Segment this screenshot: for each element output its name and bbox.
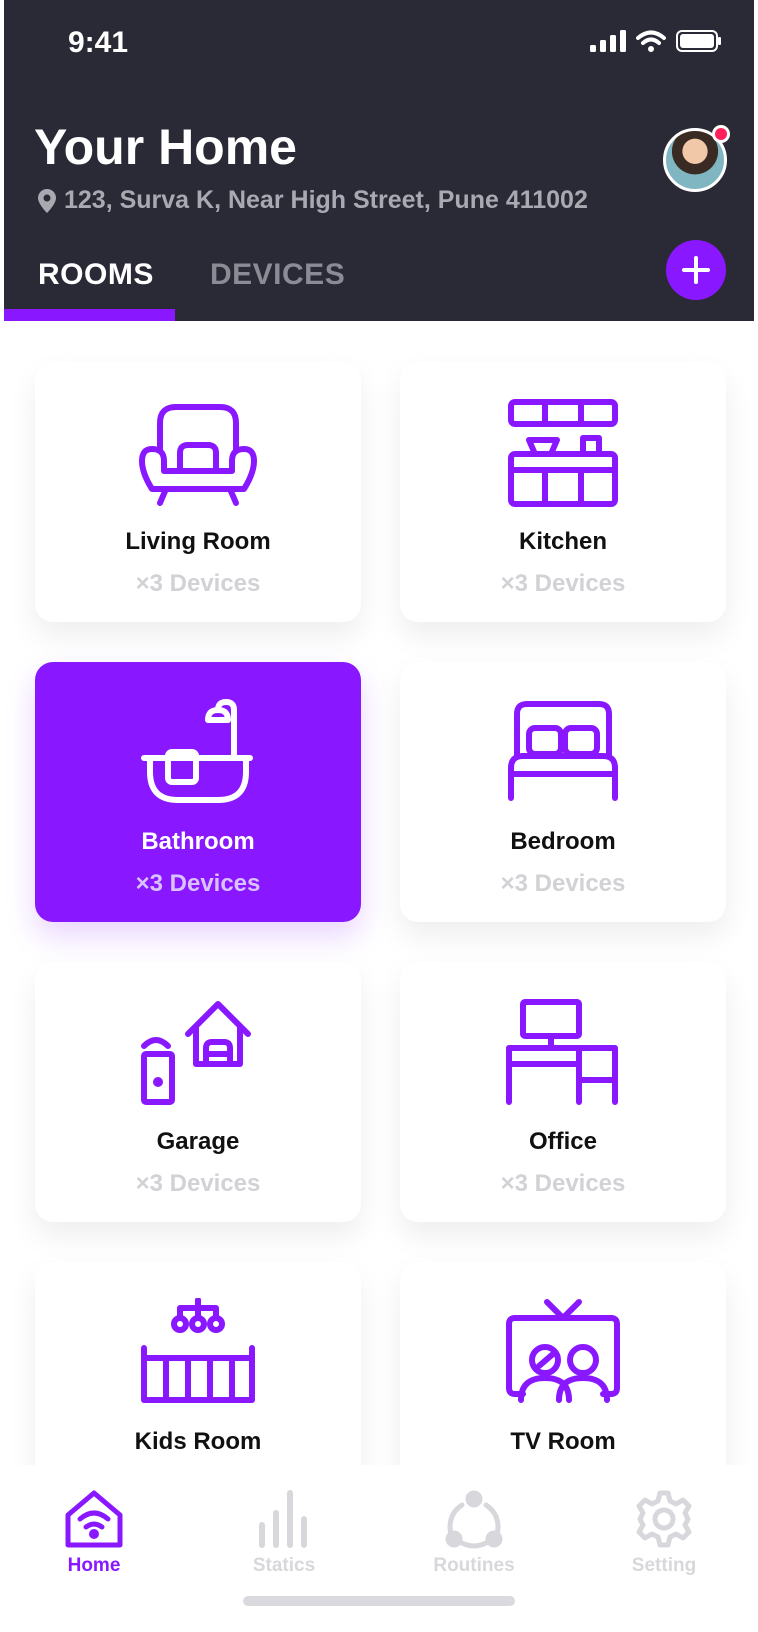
nav-setting[interactable]: Setting [604, 1489, 724, 1577]
page-title: Your Home [34, 119, 297, 175]
nav-label: Statics [252, 1555, 316, 1576]
desk-icon [498, 998, 628, 1110]
tab-devices[interactable]: DEVICES [210, 258, 345, 292]
signal-icon [590, 30, 626, 52]
room-device-count: ×3 Devices [500, 570, 626, 597]
routines-icon [445, 1490, 503, 1549]
room-name: Kids Room [134, 1428, 262, 1455]
add-room-button[interactable] [666, 240, 726, 300]
nav-statics[interactable]: Statics [224, 1489, 344, 1577]
app-screen: 9:41 Your Home 123, Surva K, Near High S… [0, 0, 758, 1632]
room-name: Bathroom [141, 828, 255, 855]
crib-icon [133, 1298, 263, 1410]
location-pin-icon [38, 188, 56, 213]
active-tab-indicator [4, 309, 175, 321]
bottom-nav: Home Statics Routines Setting [4, 1465, 754, 1632]
room-device-count: ×3 Devices [135, 1170, 261, 1197]
nav-label: Home [67, 1555, 121, 1576]
header: 9:41 Your Home 123, Surva K, Near High S… [4, 0, 754, 321]
battery-icon [676, 30, 721, 52]
plus-icon [682, 256, 710, 284]
room-card-bathroom[interactable]: Bathroom ×3 Devices [35, 662, 361, 922]
room-card-kitchen[interactable]: Kitchen ×3 Devices [400, 362, 726, 622]
home-wifi-icon [65, 1490, 123, 1548]
kitchen-counter-icon [498, 398, 628, 510]
room-name: Kitchen [518, 528, 607, 555]
home-indicator[interactable] [243, 1596, 515, 1606]
room-card-garage[interactable]: Garage ×3 Devices [35, 962, 361, 1222]
room-name: Bedroom [510, 828, 616, 855]
room-card-bedroom[interactable]: Bedroom ×3 Devices [400, 662, 726, 922]
bathtub-icon [133, 698, 263, 810]
address-text: 123, Surva K, Near High Street, Pune 411… [64, 186, 588, 214]
room-device-count: ×3 Devices [500, 1170, 626, 1197]
status-time: 9:41 [68, 26, 129, 59]
nav-label: Setting [631, 1555, 697, 1576]
room-card-living-room[interactable]: Living Room ×3 Devices [35, 362, 361, 622]
gear-icon [636, 1490, 692, 1548]
room-name: Garage [156, 1128, 240, 1155]
room-device-count: ×3 Devices [500, 870, 626, 897]
bar-chart-icon [259, 1490, 307, 1548]
room-name: TV Room [510, 1428, 616, 1455]
room-card-office[interactable]: Office ×3 Devices [400, 962, 726, 1222]
room-device-count: ×3 Devices [135, 870, 261, 897]
nav-label: Routines [433, 1555, 515, 1576]
notification-dot [712, 125, 730, 143]
garage-icon [133, 998, 263, 1110]
bed-icon [498, 698, 628, 810]
tv-room-icon [498, 1298, 628, 1410]
nav-routines[interactable]: Routines [414, 1489, 534, 1577]
status-icons [590, 30, 722, 52]
room-device-count: ×3 Devices [135, 570, 261, 597]
tab-rooms[interactable]: ROOMS [38, 258, 154, 292]
nav-home[interactable]: Home [34, 1489, 154, 1577]
room-name: Living Room [125, 528, 271, 555]
avatar[interactable] [663, 125, 730, 192]
room-name: Office [528, 1128, 597, 1155]
armchair-icon [133, 398, 263, 510]
address: 123, Surva K, Near High Street, Pune 411… [38, 186, 588, 215]
wifi-icon [636, 30, 666, 52]
